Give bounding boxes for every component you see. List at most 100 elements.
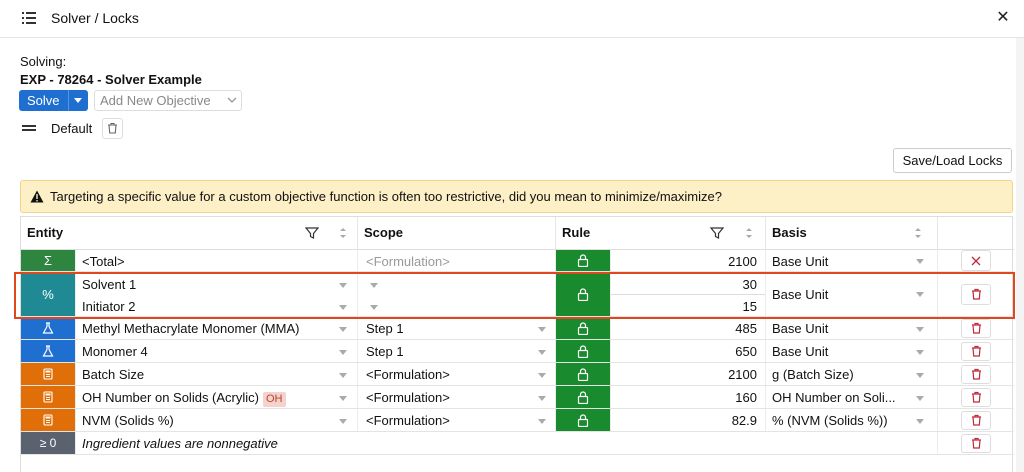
sort-icon[interactable] — [744, 226, 754, 240]
basis-select[interactable]: Base Unit — [766, 317, 938, 339]
entity-type-badge: Σ — [21, 250, 76, 271]
sort-icon[interactable] — [913, 226, 923, 240]
close-icon[interactable]: ✕ — [994, 9, 1012, 27]
entity-name: OH Number on Solids (Acrylic) OH — [82, 390, 286, 407]
scope-cell[interactable] — [358, 272, 556, 316]
lock-icon — [577, 254, 589, 267]
entity-name: Methyl Methacrylate Monomer (MMA) — [82, 321, 300, 336]
rule-lock-cell[interactable] — [556, 409, 611, 431]
scope-select[interactable]: <Formulation> — [358, 409, 556, 431]
basis-select[interactable]: Base Unit — [766, 272, 938, 316]
basis-select[interactable]: % (NVM (Solids %)) — [766, 409, 938, 431]
percent-icon: % — [42, 286, 54, 302]
table-row: Methyl Methacrylate Monomer (MMA) Step 1… — [21, 317, 1014, 340]
window-edge — [1016, 38, 1024, 472]
panel-header: Solver / Locks ✕ — [0, 0, 1024, 38]
sum-icon: Σ — [43, 253, 53, 268]
entity-name-cell[interactable]: OH Number on Solids (Acrylic) OH — [76, 386, 358, 408]
flask-icon — [42, 345, 54, 357]
rule-lock-cell[interactable] — [556, 250, 611, 271]
basis-value: Base Unit — [772, 344, 829, 359]
entity-name-cell[interactable]: Solvent 1 Initiator 2 — [76, 272, 358, 316]
scope-select[interactable]: Step 1 — [358, 317, 556, 339]
basis-value: g (Batch Size) — [772, 367, 854, 382]
value-text: 650 — [735, 344, 757, 359]
delete-button[interactable] — [961, 433, 991, 453]
value-text: 160 — [735, 390, 757, 405]
value-input[interactable]: 485 — [611, 317, 766, 339]
value-input[interactable]: 650 — [611, 340, 766, 362]
entity-name-cell[interactable]: Monomer 4 — [76, 340, 358, 362]
value-input-group: 30 15 — [611, 272, 766, 316]
warning-text: Targeting a specific value for a custom … — [50, 189, 722, 204]
rule-lock-cell[interactable] — [556, 272, 611, 316]
scope-select[interactable]: <Formulation> — [358, 363, 556, 385]
caret-down-icon[interactable] — [339, 305, 347, 310]
value-input[interactable]: 2100 — [611, 250, 766, 271]
value-text: 485 — [735, 321, 757, 336]
add-objective-select[interactable]: Add New Objective — [94, 90, 242, 111]
delete-button[interactable] — [961, 318, 991, 338]
solve-button[interactable]: Solve — [19, 90, 68, 111]
value-input[interactable]: 160 — [611, 386, 766, 408]
column-header-entity[interactable]: Entity — [21, 217, 358, 250]
entity-name-cell[interactable]: Methyl Methacrylate Monomer (MMA) — [76, 317, 358, 339]
entity-name-cell[interactable]: Batch Size — [76, 363, 358, 385]
column-header-scope[interactable]: Scope — [358, 217, 556, 250]
basis-select[interactable]: Base Unit — [766, 250, 938, 271]
sort-icon[interactable] — [338, 226, 348, 240]
rule-lock-cell[interactable] — [556, 317, 611, 339]
column-header-basis[interactable]: Basis — [766, 217, 938, 250]
delete-button[interactable] — [961, 387, 991, 407]
solver-locks-panel: Solver / Locks ✕ Solving: EXP - 78264 - … — [0, 0, 1024, 472]
entity-name-text: OH Number on Solids (Acrylic) — [82, 390, 259, 405]
scope-cell[interactable]: <Formulation> — [358, 250, 556, 271]
delete-button[interactable] — [961, 364, 991, 384]
save-load-locks-button[interactable]: Save/Load Locks — [893, 148, 1012, 173]
delete-button[interactable] — [961, 341, 991, 361]
caret-down-icon — [538, 350, 546, 355]
value-input[interactable]: 2100 — [611, 363, 766, 385]
value-text[interactable]: 30 — [743, 277, 757, 292]
drag-handle-icon[interactable] — [22, 123, 36, 133]
delete-cell — [938, 386, 1014, 408]
column-header-rule[interactable]: Rule — [556, 217, 766, 250]
basis-select[interactable]: g (Batch Size) — [766, 363, 938, 385]
caret-down-icon[interactable] — [370, 305, 378, 310]
entity-name: <Total> — [82, 254, 125, 269]
rule-lock-cell[interactable] — [556, 363, 611, 385]
filter-icon[interactable] — [305, 226, 319, 240]
rule-lock-cell[interactable] — [556, 340, 611, 362]
delete-button[interactable] — [961, 283, 991, 305]
value-text[interactable]: 15 — [743, 299, 757, 314]
basis-select[interactable]: OH Number on Soli... — [766, 386, 938, 408]
scope-select[interactable]: Step 1 — [358, 340, 556, 362]
value-text: 2100 — [728, 254, 757, 269]
default-label: Default — [51, 120, 93, 136]
scope-select[interactable]: <Formulation> — [358, 386, 556, 408]
entity-name-cell[interactable]: <Total> — [76, 250, 358, 271]
delete-button[interactable] — [961, 410, 991, 430]
solving-label: Solving: — [20, 54, 67, 69]
solve-split-button: Solve — [19, 90, 88, 111]
table-row: NVM (Solids %) <Formulation> 82.9 % (NVM… — [21, 409, 1014, 432]
caret-down-icon[interactable] — [339, 283, 347, 288]
table-row: % Solvent 1 Initiator 2 30 15 Base Unit — [21, 272, 1014, 317]
value-input[interactable]: 82.9 — [611, 409, 766, 431]
caret-down-icon[interactable] — [370, 283, 378, 288]
entity-name: Solvent 1 — [82, 277, 137, 292]
remove-button[interactable] — [961, 250, 991, 271]
entity-type-badge — [21, 340, 76, 362]
entity-type-badge: % — [21, 272, 76, 316]
trash-icon — [971, 345, 981, 357]
entity-name: Monomer 4 — [82, 344, 148, 359]
calculator-icon — [43, 414, 53, 426]
caret-down-icon — [916, 327, 924, 332]
delete-objective-button[interactable] — [102, 117, 124, 139]
x-icon — [971, 256, 981, 265]
basis-select[interactable]: Base Unit — [766, 340, 938, 362]
entity-name-cell[interactable]: NVM (Solids %) — [76, 409, 358, 431]
solve-dropdown-toggle[interactable] — [67, 90, 88, 111]
filter-icon[interactable] — [710, 226, 724, 240]
rule-lock-cell[interactable] — [556, 386, 611, 408]
